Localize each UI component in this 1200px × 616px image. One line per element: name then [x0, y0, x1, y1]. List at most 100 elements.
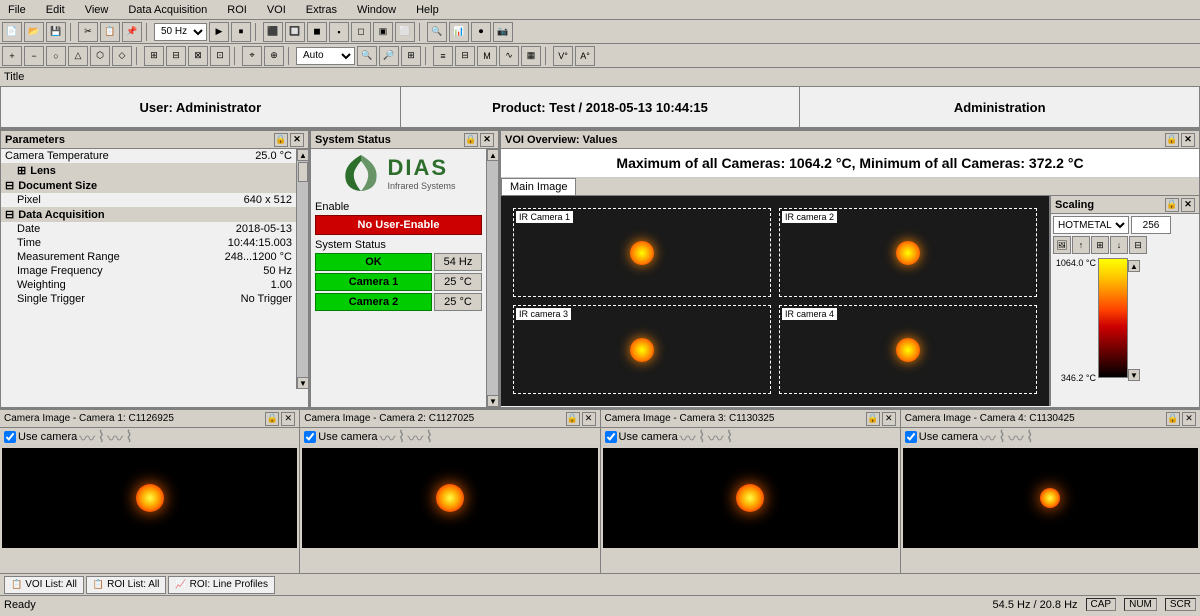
tb2-btn-12[interactable]: ⊕ — [264, 46, 284, 66]
copy-button[interactable]: 📋 — [100, 22, 120, 42]
fit-button[interactable]: ⊞ — [401, 46, 421, 66]
tb2-btn-19[interactable]: A° — [575, 46, 595, 66]
tb2-btn-16[interactable]: ∿ — [499, 46, 519, 66]
tb-btn-1[interactable]: ⬛ — [263, 22, 283, 42]
cam4-close-btn[interactable]: ✕ — [1182, 412, 1196, 426]
menu-voi[interactable]: VOI — [263, 3, 290, 17]
scale-icon-5[interactable]: ⊟ — [1129, 236, 1147, 254]
paste-button[interactable]: 📌 — [122, 22, 142, 42]
colorbar-scroll-down[interactable]: ▼ — [1128, 369, 1140, 381]
cam4-pin-btn[interactable]: 🔒 — [1166, 412, 1180, 426]
sys-scroll-down[interactable]: ▼ — [487, 395, 499, 407]
cam4-use-checkbox[interactable] — [905, 431, 917, 443]
tb2-btn-18[interactable]: V° — [553, 46, 573, 66]
params-pin-btn[interactable]: 🔒 — [274, 133, 288, 147]
cam-panel-4: Camera Image - Camera 4: C1130425 🔒 ✕ Us… — [901, 410, 1200, 573]
menu-roi[interactable]: ROI — [223, 3, 251, 17]
tb2-btn-6[interactable]: ◇ — [112, 46, 132, 66]
voi-pin-btn[interactable]: 🔒 — [1165, 133, 1179, 147]
tab-voi-list[interactable]: 📋 VOI List: All — [4, 576, 84, 594]
cut-button[interactable]: ✂ — [78, 22, 98, 42]
menu-extras[interactable]: Extras — [302, 3, 341, 17]
tb-btn-7[interactable]: ⬜ — [395, 22, 415, 42]
params-scroll-down[interactable]: ▼ — [297, 377, 309, 389]
tb-btn-2[interactable]: 🔲 — [285, 22, 305, 42]
cam1-pin-btn[interactable]: 🔒 — [265, 412, 279, 426]
voi-close-btn[interactable]: ✕ — [1181, 133, 1195, 147]
tb2-btn-1[interactable]: + — [2, 46, 22, 66]
play-button[interactable]: ▶ — [209, 22, 229, 42]
freq-select[interactable]: 50 Hz 25 Hz — [154, 23, 207, 41]
params-close-btn[interactable]: ✕ — [290, 133, 304, 147]
tb2-btn-10[interactable]: ⊡ — [210, 46, 230, 66]
tb-btn-4[interactable]: ▪ — [329, 22, 349, 42]
bottom-tabs: 📋 VOI List: All 📋 ROI List: All 📈 ROI: L… — [0, 573, 1200, 595]
new-button[interactable]: 📄 — [2, 22, 22, 42]
tb-btn-9[interactable]: 📊 — [449, 22, 469, 42]
cam1-close-btn[interactable]: ✕ — [281, 412, 295, 426]
tb-btn-3[interactable]: ◼ — [307, 22, 327, 42]
menu-help[interactable]: Help — [412, 3, 443, 17]
tb2-btn-8[interactable]: ⊟ — [166, 46, 186, 66]
tb2-btn-4[interactable]: △ — [68, 46, 88, 66]
zoom-in-button[interactable]: 🔍 — [357, 46, 377, 66]
tb-btn-8[interactable]: 🔍 — [427, 22, 447, 42]
params-scrollbar[interactable]: ▲ ▼ — [296, 149, 308, 389]
status-right: 54.5 Hz / 20.8 Hz CAP NUM SCR — [993, 598, 1196, 611]
tab-roi-profiles[interactable]: 📈 ROI: Line Profiles — [168, 576, 275, 594]
param-docsize-section[interactable]: ⊟ Document Size — [1, 178, 296, 193]
open-button[interactable]: 📂 — [24, 22, 44, 42]
sys-close-btn[interactable]: ✕ — [480, 133, 494, 147]
tb-btn-6[interactable]: ▣ — [373, 22, 393, 42]
menu-view[interactable]: View — [81, 3, 113, 17]
sys-pin-btn[interactable]: 🔒 — [464, 133, 478, 147]
tab-roi-list[interactable]: 📋 ROI List: All — [86, 576, 166, 594]
save-button[interactable]: 💾 — [46, 22, 66, 42]
cam2-pin-btn[interactable]: 🔒 — [566, 412, 580, 426]
tb2-btn-14[interactable]: ⊟ — [455, 46, 475, 66]
cam3-signal-icon: ⌇ — [698, 427, 706, 447]
mode-select[interactable]: Auto Manual — [296, 47, 355, 65]
tb2-btn-5[interactable]: ⬡ — [90, 46, 110, 66]
cam2-use-checkbox[interactable] — [304, 431, 316, 443]
menu-data-acquisition[interactable]: Data Acquisition — [124, 3, 211, 17]
zoom-out-button[interactable]: 🔎 — [379, 46, 399, 66]
stop-button[interactable]: ⏹ — [231, 22, 251, 42]
snap-button[interactable]: 📷 — [493, 22, 513, 42]
tb2-btn-17[interactable]: ▦ — [521, 46, 541, 66]
tb2-btn-15[interactable]: M — [477, 46, 497, 66]
status-cam1-temp: 25 °C — [434, 273, 482, 291]
tb-btn-5[interactable]: ◻ — [351, 22, 371, 42]
params-scroll-up[interactable]: ▲ — [297, 149, 309, 161]
tb2-btn-11[interactable]: ⌖ — [242, 46, 262, 66]
menu-file[interactable]: File — [4, 3, 30, 17]
tb2-btn-2[interactable]: − — [24, 46, 44, 66]
menu-edit[interactable]: Edit — [42, 3, 69, 17]
cam3-pin-btn[interactable]: 🔒 — [866, 412, 880, 426]
scale-icon-3[interactable]: ⊞ — [1091, 236, 1109, 254]
sys-scroll-up[interactable]: ▲ — [487, 149, 499, 161]
scaling-pin-btn[interactable]: 🔒 — [1165, 198, 1179, 212]
cam1-use-checkbox[interactable] — [4, 431, 16, 443]
camera-cell-2: IR camera 2 — [779, 208, 1037, 297]
tb2-btn-3[interactable]: ○ — [46, 46, 66, 66]
menu-window[interactable]: Window — [353, 3, 400, 17]
colormap-select[interactable]: HOTMETAL RAINBOW — [1053, 216, 1129, 234]
param-lens-section[interactable]: ⊞ Lens — [1, 163, 296, 178]
tab-main-image[interactable]: Main Image — [501, 178, 576, 195]
scale-icon-1[interactable]: 🖼 — [1053, 236, 1071, 254]
scaling-close-btn[interactable]: ✕ — [1181, 198, 1195, 212]
tb2-btn-13[interactable]: ≡ — [433, 46, 453, 66]
record-button[interactable]: ⏺ — [471, 22, 491, 42]
cam2-close-btn[interactable]: ✕ — [582, 412, 596, 426]
tb2-btn-7[interactable]: ⊞ — [144, 46, 164, 66]
scale-icon-2[interactable]: ↑ — [1072, 236, 1090, 254]
scale-number-input[interactable] — [1131, 216, 1171, 234]
param-dataacq-section[interactable]: ⊟ Data Acquisition — [1, 207, 296, 222]
colorbar-scroll-up[interactable]: ▲ — [1128, 260, 1140, 272]
sys-scrollbar[interactable]: ▲ ▼ — [486, 149, 498, 407]
scale-icon-4[interactable]: ↓ — [1110, 236, 1128, 254]
tb2-btn-9[interactable]: ⊠ — [188, 46, 208, 66]
cam3-close-btn[interactable]: ✕ — [882, 412, 896, 426]
cam3-use-checkbox[interactable] — [605, 431, 617, 443]
